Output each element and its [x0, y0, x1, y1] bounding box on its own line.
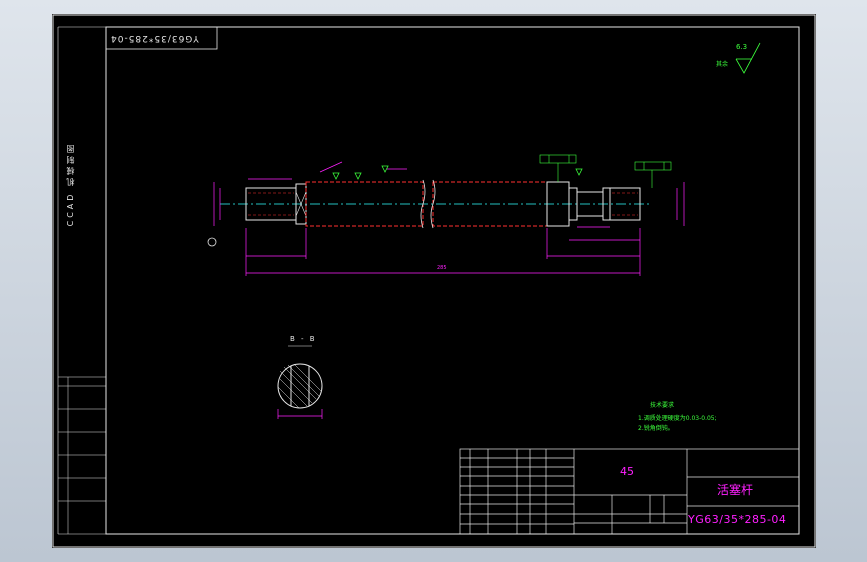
dimension-lines — [213, 161, 685, 276]
section-title: B - B — [290, 335, 317, 343]
left-revision-table — [58, 376, 106, 534]
drawing-svg — [52, 14, 816, 548]
code-box-text: YG63/35*285-04 — [110, 33, 199, 43]
drawing-canvas[interactable]: YG63/35*285-04 CCAD 机械制图 6.3 其余 B - B 28… — [52, 14, 816, 548]
part-name-field: 活塞杆 — [717, 483, 754, 497]
material-field: 45 — [620, 465, 634, 478]
roughness-other-label: 其余 — [716, 61, 729, 68]
sheet-border — [52, 14, 816, 548]
cad-application-frame: YG63/35*285-04 CCAD 机械制图 6.3 其余 B - B 28… — [0, 0, 867, 562]
roughness-symbols — [332, 42, 761, 180]
roughness-value: 6.3 — [736, 43, 748, 51]
drawing-number-field: YG63/35*285-04 — [688, 513, 787, 526]
tech-requirements-title: 技术要求 — [650, 402, 675, 409]
gd-t-frames — [539, 154, 672, 188]
section-view — [277, 345, 323, 419]
total-length-dimension: 285 — [437, 265, 447, 271]
datum-marker — [207, 237, 217, 247]
drawing-frame — [105, 26, 800, 535]
tech-requirement-1: 1.调质处理硬度为0.03-0.05; — [638, 415, 717, 422]
tech-requirement-2: 2.锐角倒钝。 — [638, 425, 674, 432]
side-vertical-text: CCAD 机械制图 — [66, 142, 75, 227]
